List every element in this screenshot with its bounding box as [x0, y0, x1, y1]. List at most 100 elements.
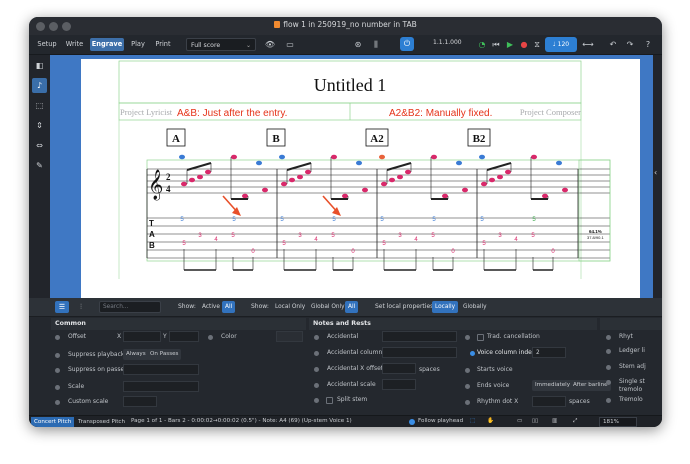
set-locally[interactable]: Locally	[432, 301, 459, 313]
show-all-2[interactable]: All	[345, 301, 359, 313]
accidental-toggle[interactable]	[314, 335, 319, 340]
voice-column-index-field[interactable]: 2	[532, 347, 566, 358]
frame-icon[interactable]: ⬚	[32, 98, 47, 113]
eye-icon[interactable]: 👁	[263, 38, 277, 51]
window-icon[interactable]: ▭	[283, 38, 297, 51]
mode-play[interactable]: Play	[129, 38, 147, 51]
show-active[interactable]: Active	[199, 301, 223, 313]
spacing-icon[interactable]: ⇕	[32, 118, 47, 133]
stem-adj-toggle[interactable]	[606, 365, 611, 370]
color-toggle[interactable]	[208, 335, 213, 340]
rhythm-dot-x-toggle[interactable]	[465, 400, 470, 405]
mode-write[interactable]: Write	[63, 38, 86, 51]
width-icon[interactable]: ⇔	[32, 138, 47, 153]
tremolo-toggle[interactable]	[606, 398, 611, 403]
score-canvas[interactable]: Untitled 1 Project Lyricist A&B: Just af…	[50, 55, 653, 298]
reel-icon[interactable]: ⊛	[351, 38, 365, 51]
sliders-icon[interactable]: ⫶	[74, 301, 88, 313]
accidental-column-toggle[interactable]	[314, 351, 319, 356]
tempo-mode-icon[interactable]: ⟷	[581, 38, 595, 51]
zoom-select[interactable]: 181%	[599, 417, 637, 427]
pen-icon[interactable]: ✎	[32, 158, 47, 173]
ends-voice-toggle[interactable]	[465, 384, 470, 389]
mode-print[interactable]: Print	[152, 38, 174, 51]
properties-search-input[interactable]: Search...	[99, 301, 161, 313]
show-label: Show:	[178, 303, 196, 310]
click-icon[interactable]: ⧖	[530, 38, 544, 51]
list-icon[interactable]: ☰	[55, 301, 69, 313]
offset-toggle[interactable]	[55, 335, 60, 340]
custom-scale-toggle[interactable]	[55, 400, 60, 405]
show-all[interactable]: All	[222, 301, 236, 313]
mode-engrave[interactable]: Engrave	[90, 38, 124, 51]
follow-playhead-toggle[interactable]	[409, 419, 415, 425]
show-local-only[interactable]: Local Only	[272, 301, 308, 313]
rewind-icon[interactable]: ⏮	[489, 38, 503, 51]
tab-label-a: A	[149, 230, 155, 239]
immediately-button[interactable]: Immediately	[532, 380, 574, 391]
panel-toggle-icon[interactable]: ◧	[32, 58, 47, 73]
chevron-left-icon[interactable]: ‹	[654, 168, 657, 177]
score-page[interactable]: Untitled 1 Project Lyricist A&B: Just af…	[81, 59, 640, 298]
spread-view-icon[interactable]: ▯▯	[532, 418, 538, 424]
split-stem-toggle[interactable]	[314, 398, 319, 403]
redo-icon[interactable]: ↷	[623, 38, 637, 51]
rhythm-toggle[interactable]	[606, 335, 611, 340]
always-button[interactable]: Always	[123, 349, 149, 360]
record-icon[interactable]: ●	[517, 38, 531, 51]
transposed-pitch-button[interactable]: Transposed Pitch	[75, 417, 128, 427]
galley-view-icon[interactable]: ▥	[552, 418, 557, 424]
mixer-icon[interactable]: ⫼	[369, 38, 383, 51]
color-swatch[interactable]	[276, 331, 303, 342]
page-view-icon[interactable]: ▭	[517, 418, 522, 424]
show-global-only[interactable]: Global Only	[308, 301, 348, 313]
scale-field[interactable]	[123, 381, 199, 392]
single-stroke-toggle[interactable]	[606, 380, 611, 385]
group-common-header[interactable]: Common	[51, 318, 306, 330]
trad-cancellation-toggle[interactable]	[465, 335, 470, 340]
split-stem-checkbox[interactable]	[326, 397, 333, 404]
trad-cancellation-checkbox[interactable]	[477, 334, 484, 341]
play-icon[interactable]: ▶	[503, 38, 517, 51]
power-icon[interactable]: ⏻	[400, 37, 414, 51]
note-head	[497, 174, 503, 180]
group-notes-header[interactable]: Notes and Rests	[309, 318, 597, 330]
scale-label: Scale	[68, 383, 85, 390]
set-globally[interactable]: Globally	[460, 301, 490, 313]
accidental-field[interactable]	[382, 331, 457, 342]
accidental-scale-field[interactable]	[382, 379, 416, 390]
voice-column-index-toggle[interactable]	[470, 351, 475, 356]
after-barline-button[interactable]: After barline	[570, 380, 611, 391]
accidental-scale-toggle[interactable]	[314, 383, 319, 388]
scale-toggle[interactable]	[55, 385, 60, 390]
right-strip[interactable]: ‹	[653, 55, 662, 298]
offset-x-field[interactable]	[123, 331, 161, 342]
accidental-column-field[interactable]	[382, 347, 457, 358]
custom-scale-field[interactable]	[123, 396, 157, 407]
concert-pitch-button[interactable]: Concert Pitch	[31, 417, 75, 427]
offset-y-field[interactable]	[169, 331, 199, 342]
suppress-playback-toggle[interactable]	[55, 353, 60, 358]
hand-tool-icon[interactable]: ✋	[487, 418, 494, 424]
accidental-x-offset-toggle[interactable]	[314, 367, 319, 372]
rhythm-dot-x-field[interactable]	[532, 396, 566, 407]
spaces-label: spaces	[419, 366, 440, 373]
accidental-x-offset-field[interactable]	[382, 363, 416, 374]
note-icon[interactable]: ♪	[32, 78, 47, 93]
rehearsal-mark-a: A	[172, 133, 180, 145]
tempo-display[interactable]: ♩ 120	[545, 37, 577, 52]
help-icon[interactable]: ?	[641, 38, 655, 51]
select-tool-icon[interactable]: ⬚	[470, 418, 475, 424]
on-passes-button[interactable]: On Passes	[147, 349, 182, 360]
suppress-on-passes-field[interactable]	[123, 364, 199, 375]
mode-setup[interactable]: Setup	[35, 38, 59, 51]
ledger-toggle[interactable]	[606, 349, 611, 354]
starts-voice-toggle[interactable]	[465, 368, 470, 373]
group-right-header[interactable]	[600, 318, 662, 330]
layout-select[interactable]: Full score ⌄	[186, 38, 256, 51]
lyricist-text: Project Lyricist	[120, 107, 173, 117]
metronome-icon[interactable]: ◔	[475, 38, 489, 51]
zoom-fit-icon[interactable]: ⤢	[573, 418, 577, 425]
suppress-on-passes-toggle[interactable]	[55, 368, 60, 373]
undo-icon[interactable]: ↶	[606, 38, 620, 51]
